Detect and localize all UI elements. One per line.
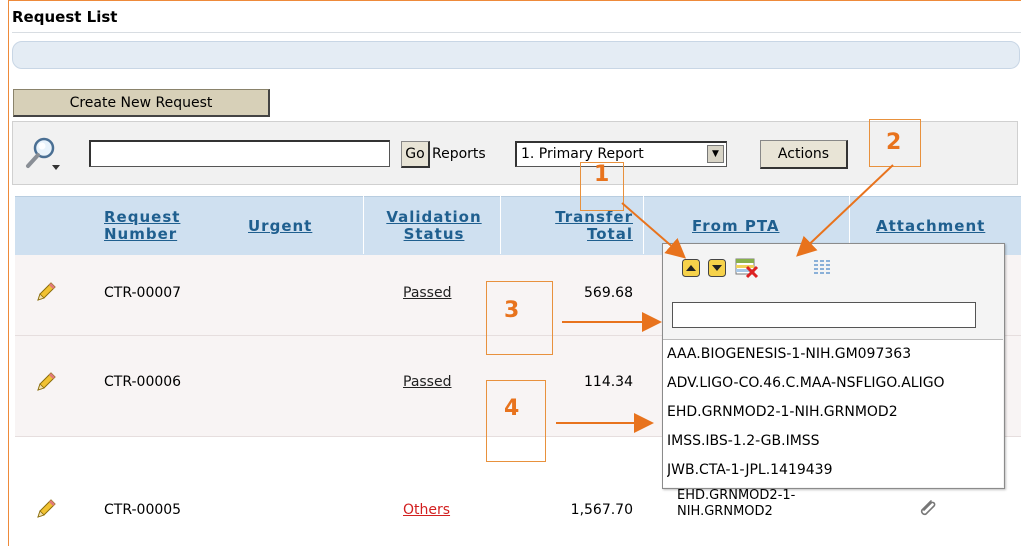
from-pta-cell: EHD.GRNMOD2-1-NIH.GRNMOD2 [677, 488, 796, 519]
callout-number-4: 4 [504, 396, 520, 421]
pencil-edit-icon[interactable] [34, 497, 58, 521]
callout-number-2: 2 [886, 130, 902, 155]
search-input[interactable] [89, 140, 390, 167]
callout-number-3: 3 [504, 298, 520, 323]
create-new-request-button[interactable]: Create New Request [13, 89, 270, 117]
callout-number-1: 1 [594, 162, 610, 187]
search-icon[interactable] [22, 134, 62, 174]
paperclip-icon[interactable] [916, 497, 938, 519]
title-divider [12, 32, 1021, 33]
transfer-total-cell: 569.68 [584, 285, 633, 301]
header-transfer-total[interactable]: Transfer Total [545, 209, 633, 243]
list-item[interactable]: AAA.BIOGENESIS-1-NIH.GM097363 [667, 346, 1002, 362]
callout-box-3 [486, 281, 553, 355]
clear-filter-icon[interactable] [735, 257, 759, 279]
header-from-pta[interactable]: From PTA [692, 218, 780, 235]
header-urgent[interactable]: Urgent [248, 218, 312, 235]
page-title: Request List [12, 8, 118, 26]
column-separator [643, 196, 644, 254]
list-item[interactable]: JWB.CTA-1-JPL.1419439 [667, 462, 1002, 478]
reports-label: Reports [432, 146, 486, 162]
list-item[interactable]: ADV.LIGO-CO.46.C.MAA-NSFLIGO.ALIGO [667, 375, 1002, 391]
validation-status-link[interactable]: Others [403, 502, 450, 518]
popup-filter-input[interactable] [672, 302, 976, 328]
frame-border-left [8, 0, 9, 546]
pencil-edit-icon[interactable] [34, 280, 58, 304]
column-separator [500, 196, 501, 254]
header-attachment[interactable]: Attachment [876, 218, 985, 235]
request-number-cell: CTR-00006 [104, 374, 182, 390]
reports-selected-value: 1. Primary Report [521, 146, 644, 162]
go-button[interactable]: Go [401, 141, 430, 168]
chevron-down-icon[interactable]: ▼ [707, 145, 724, 163]
column-grid-icon[interactable] [812, 258, 834, 278]
request-list-page: Request List Create New Request Go Repor… [0, 0, 1021, 546]
actions-button[interactable]: Actions [760, 140, 848, 169]
column-separator [363, 196, 364, 254]
transfer-total-cell: 114.34 [584, 374, 633, 390]
list-item[interactable]: IMSS.IBS-1.2-GB.IMSS [667, 433, 1002, 449]
pencil-edit-icon[interactable] [34, 370, 58, 394]
info-bar [12, 41, 1020, 69]
frame-border-top [8, 0, 1021, 1]
list-item[interactable]: EHD.GRNMOD2-1-NIH.GRNMOD2 [667, 404, 1002, 420]
request-number-cell: CTR-00007 [104, 285, 182, 301]
move-up-icon[interactable] [682, 259, 700, 277]
transfer-total-cell: 1,567.70 [570, 502, 633, 518]
move-down-icon[interactable] [708, 259, 726, 277]
request-number-cell: CTR-00005 [104, 502, 182, 518]
validation-status-link[interactable]: Passed [403, 374, 451, 390]
callout-box-4 [486, 380, 546, 462]
validation-status-link[interactable]: Passed [403, 285, 451, 301]
header-validation-status[interactable]: Validation Status [378, 209, 490, 243]
header-request-number[interactable]: Request Number [104, 209, 194, 243]
